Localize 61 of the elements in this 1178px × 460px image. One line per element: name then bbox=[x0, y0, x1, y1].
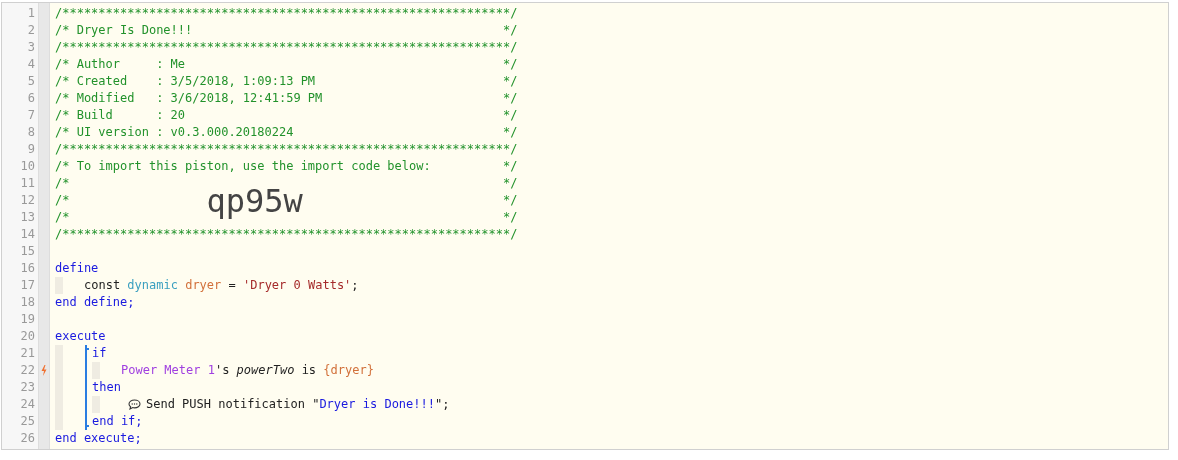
comment-text: /* bbox=[55, 175, 70, 192]
comment-text: /* bbox=[55, 192, 70, 209]
line-number: 21 bbox=[19, 345, 36, 362]
code-line: Send PUSH notification "Dryer is Done!!!"; bbox=[146, 396, 450, 413]
code-line: then bbox=[92, 379, 121, 396]
comment-end: */ bbox=[502, 209, 518, 226]
line-number: 17 bbox=[19, 277, 36, 294]
line-number: 18 bbox=[19, 294, 36, 311]
comment-text: /* Author : Me bbox=[55, 56, 186, 73]
line-number: 26 bbox=[19, 430, 36, 447]
line-number: 4 bbox=[26, 56, 36, 73]
comment-text: /* bbox=[55, 209, 70, 226]
code-line: const dynamic dryer = 'Dryer 0 Watts'; bbox=[84, 277, 359, 294]
comment-text: /* UI version : v0.3.000.20180224 bbox=[55, 124, 294, 141]
line-number: 19 bbox=[19, 311, 36, 328]
comment-text: /* To import this piston, use the import code below: bbox=[55, 158, 431, 175]
line-number: 11 bbox=[19, 175, 36, 192]
import-code: qp95w bbox=[206, 183, 303, 218]
comment-text: /**************************************************************/ bbox=[55, 39, 518, 56]
comment-end: */ bbox=[502, 56, 518, 73]
line-number: 20 bbox=[19, 328, 36, 345]
line-number: 2 bbox=[26, 22, 36, 39]
line-number: 12 bbox=[19, 192, 36, 209]
comment-text: /* Build : 20 bbox=[55, 107, 186, 124]
comment-text: /* Created : 3/5/2018, 1:09:13 PM bbox=[55, 73, 316, 90]
code-line: if bbox=[92, 345, 107, 362]
line-number: 8 bbox=[26, 124, 36, 141]
line-number: 24 bbox=[19, 396, 36, 413]
comment-end: */ bbox=[502, 107, 518, 124]
comment-text: /**************************************************************/ bbox=[55, 5, 518, 22]
comment-end: */ bbox=[502, 175, 518, 192]
comment-text: /* Modified : 3/6/2018, 12:41:59 PM bbox=[55, 90, 323, 107]
code-line: define bbox=[55, 260, 99, 277]
comment-end: */ bbox=[502, 73, 518, 90]
line-number: 6 bbox=[26, 90, 36, 107]
comment-end: */ bbox=[502, 158, 518, 175]
code-line: end if; bbox=[92, 413, 143, 430]
comment-end: */ bbox=[502, 22, 518, 39]
line-number: 15 bbox=[19, 243, 36, 260]
comment-end: */ bbox=[502, 90, 518, 107]
line-number: 14 bbox=[19, 226, 36, 243]
line-number: 10 bbox=[19, 158, 36, 175]
line-number: 16 bbox=[19, 260, 36, 277]
line-number: 3 bbox=[26, 39, 36, 56]
code-line: Power Meter 1's powerTwo is {dryer} bbox=[121, 362, 374, 379]
code-line: end execute; bbox=[55, 430, 142, 447]
line-number: 23 bbox=[19, 379, 36, 396]
line-number: 25 bbox=[19, 413, 36, 430]
line-number: 1 bbox=[26, 5, 36, 22]
comment-text: /**************************************************************/ bbox=[55, 226, 518, 243]
comment-text: /**************************************************************/ bbox=[55, 141, 518, 158]
line-number: 7 bbox=[26, 107, 36, 124]
line-number: 22 bbox=[19, 362, 36, 379]
comment-end: */ bbox=[502, 124, 518, 141]
comment-end: */ bbox=[502, 192, 518, 209]
code-line: execute bbox=[55, 328, 106, 345]
line-number: 9 bbox=[26, 141, 36, 158]
line-number: 5 bbox=[26, 73, 36, 90]
code-line: end define; bbox=[55, 294, 135, 311]
comment-text: /* Dryer Is Done!!! bbox=[55, 22, 193, 39]
line-number: 13 bbox=[19, 209, 36, 226]
